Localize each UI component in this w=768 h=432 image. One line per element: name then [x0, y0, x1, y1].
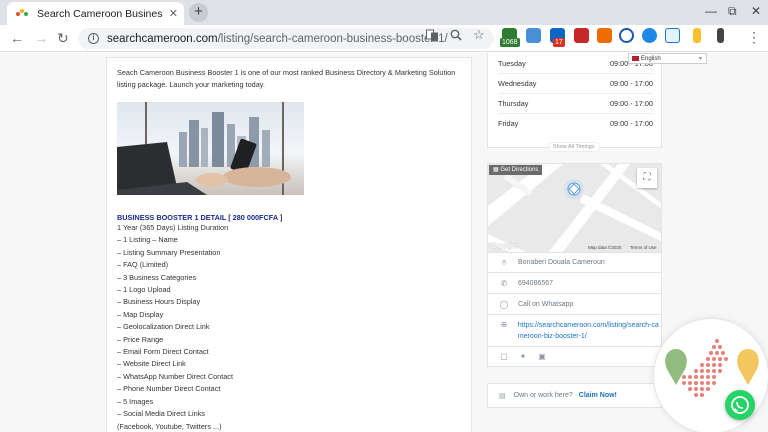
info-icon[interactable]: i: [88, 33, 99, 44]
list-item: – 1 Logo Upload: [117, 285, 171, 295]
time-label: 09:00 - 17:00: [609, 119, 653, 128]
list-item: – WhatsApp Number Direct Contact: [117, 371, 233, 381]
whatsapp-logo-icon: [731, 396, 749, 414]
site-favicon: [16, 8, 28, 19]
extension-scan-icon[interactable]: [665, 28, 680, 43]
list-item: (Facebook, Youtube, Twitters ...): [117, 421, 222, 431]
listing-intro: Seach Cameroon Business Booster 1 is one…: [117, 68, 456, 89]
promo-image: [117, 102, 304, 195]
package-feature-list: 1 Year (365 Days) Listing Duration – 1 L…: [117, 222, 461, 432]
browser-tab[interactable]: Search Cameroon Business Boo ✕: [7, 2, 184, 25]
claim-icon: ▤: [499, 392, 506, 400]
phone-text[interactable]: 694086567: [518, 280, 553, 287]
phone-row[interactable]: ✆ 694086567: [487, 273, 662, 294]
language-label: English: [641, 56, 661, 62]
business-hours-card: Tuesday 09:00 - 17:00 Wednesday 09:00 - 17…: [487, 53, 662, 152]
youtube-icon[interactable]: ▣: [537, 352, 547, 361]
list-item: – Website Direct Link: [117, 359, 186, 369]
whatsapp-chat-button[interactable]: [725, 390, 755, 420]
get-directions-button[interactable]: ▦ Get Directions: [489, 165, 543, 175]
extension-download-icon[interactable]: [717, 28, 724, 43]
url-text[interactable]: searchcameroon.com/listing/search-camero…: [107, 33, 448, 45]
extension-play-icon[interactable]: [619, 28, 634, 43]
fullscreen-button[interactable]: ⛶: [637, 168, 657, 188]
tab-close-icon[interactable]: ✕: [169, 7, 178, 20]
translate-icon[interactable]: [426, 29, 439, 45]
list-item: – Phone Number Direct Contact: [117, 384, 221, 394]
list-item: – 1 Listing – Name: [117, 235, 178, 245]
extension-save-icon[interactable]: [574, 28, 589, 43]
chrome-menu-icon[interactable]: ⋮: [747, 29, 761, 46]
forward-icon[interactable]: →: [34, 30, 48, 46]
tab-title: Search Cameroon Business Boo: [37, 7, 163, 20]
location-pin-icon: ⌾: [501, 257, 507, 267]
show-all-timings-button[interactable]: Show All Timings: [548, 142, 600, 152]
day-label: Thursday: [498, 99, 529, 108]
day-label: Friday: [498, 119, 519, 128]
listing-description-card: Seach Cameroon Business Booster 1 is one…: [106, 57, 472, 432]
new-tab-button[interactable]: +: [189, 3, 208, 22]
day-label: Wednesday: [498, 79, 537, 88]
url-path: /listing/search-cameroon-business-booste…: [217, 32, 448, 45]
browser-toolbar: ← → ↻ i searchcameroon.com/listing/searc…: [0, 25, 768, 52]
zoom-icon[interactable]: [450, 29, 462, 44]
website-row[interactable]: ⊕ https://searchcameroon.com/listing/sear…: [487, 315, 662, 347]
phone-icon: ✆: [500, 278, 508, 288]
minimize-icon[interactable]: —: [705, 4, 717, 18]
back-icon[interactable]: ←: [10, 30, 24, 46]
address-row: ⌾ Bonaberi Douala Cameroun: [487, 252, 662, 273]
time-label: 09:00 - 17:00: [609, 99, 653, 108]
hours-row: Wednesday 09:00 - 17:00: [498, 74, 653, 94]
chevron-down-icon: ▼: [698, 56, 703, 62]
claim-now-link[interactable]: Claim Now!: [579, 392, 617, 399]
claim-listing-card: ▤ Own or work here? Claim Now!: [487, 383, 662, 408]
claim-question: Own or work here?: [513, 392, 573, 399]
facebook-icon[interactable]: ▢: [499, 352, 509, 361]
bookmark-star-icon[interactable]: ☆: [473, 27, 485, 43]
twitter-icon[interactable]: ✦: [518, 352, 528, 361]
list-item: – Listing Summary Presentation: [117, 247, 221, 257]
extension-megaphone-icon[interactable]: [597, 28, 612, 43]
whatsapp-text[interactable]: Call on Whatsapp: [518, 301, 573, 308]
location-map[interactable]: ▦ Get Directions ⛶ Google Map data ©2020…: [487, 163, 662, 252]
list-item: – Map Display: [117, 309, 164, 319]
google-logo: Google: [491, 241, 519, 250]
map-data-credit: Map data ©2020: [588, 245, 622, 250]
get-directions-label: Get Directions: [500, 167, 539, 173]
list-item: – Social Media Direct Links: [117, 409, 206, 419]
extension-mic-icon[interactable]: [693, 28, 701, 43]
globe-icon: ⊕: [500, 320, 508, 329]
page-content: Seach Cameroon Business Booster 1 is one…: [0, 53, 768, 432]
list-item: – Email Form Direct Contact: [117, 347, 209, 357]
whatsapp-row[interactable]: ◯ Call on Whatsapp: [487, 294, 662, 315]
tab-bar: Search Cameroon Business Boo ✕ + — ⧉ ✕: [0, 0, 768, 25]
day-label: Tuesday: [498, 59, 526, 68]
reload-icon[interactable]: ↻: [57, 30, 69, 47]
social-row: ▢ ✦ ▣: [487, 347, 662, 367]
list-item: 1 Year (365 Days) Listing Duration: [117, 223, 229, 232]
address-text: Bonaberi Douala Cameroun: [518, 259, 605, 266]
extension-sync-icon[interactable]: [642, 28, 657, 43]
package-detail-title: BUSINESS BOOSTER 1 DETAIL [ 280 000FCFA …: [117, 213, 283, 222]
hours-row: Thursday 09:00 - 17:00: [498, 94, 653, 114]
url-domain: searchcameroon.com: [107, 32, 218, 45]
extension-puzzle-icon[interactable]: [526, 28, 541, 43]
extension-badge-count: 1068: [500, 38, 520, 47]
window-close-icon[interactable]: ✕: [751, 4, 761, 18]
extension-badge-alerts: 17: [553, 38, 565, 47]
list-item: – Geolocalization Direct Link: [117, 322, 210, 332]
time-label: 09:00 - 17:00: [609, 79, 653, 88]
list-item: – 3 Business Categories: [117, 272, 197, 282]
list-item: – Business Hours Display: [117, 297, 201, 307]
list-item: – 5 Images: [117, 396, 154, 406]
restore-icon[interactable]: ⧉: [728, 4, 737, 19]
hours-row: Friday 09:00 - 17:00: [498, 114, 653, 134]
list-item: – Price Range: [117, 334, 164, 344]
language-select[interactable]: English ▼: [628, 53, 707, 64]
website-link[interactable]: https://searchcameroon.com/listing/searc…: [518, 320, 661, 342]
whatsapp-icon: ◯: [499, 299, 509, 309]
flag-icon: [632, 55, 639, 61]
map-terms-link[interactable]: Terms of Use: [630, 245, 657, 250]
list-item: – FAQ (Limited): [117, 260, 169, 270]
